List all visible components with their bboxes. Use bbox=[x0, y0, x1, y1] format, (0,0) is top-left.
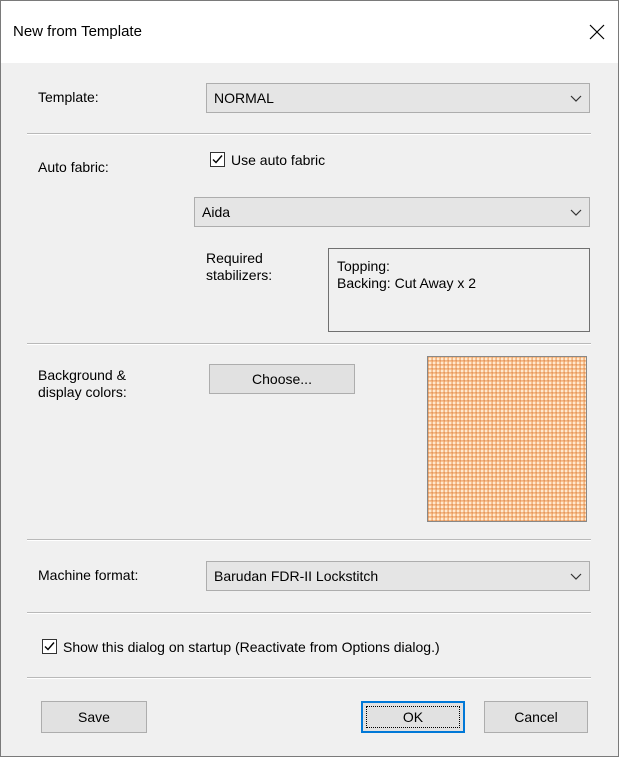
fabric-value: Aida bbox=[202, 204, 231, 220]
machine-format-label: Machine format: bbox=[38, 567, 139, 583]
cancel-button[interactable]: Cancel bbox=[484, 701, 588, 733]
close-button[interactable] bbox=[580, 15, 614, 49]
template-label: Template: bbox=[38, 89, 99, 105]
separator bbox=[27, 612, 591, 614]
new-from-template-dialog: New from Template Template: NORMAL Auto … bbox=[0, 0, 619, 757]
save-button[interactable]: Save bbox=[41, 701, 147, 733]
use-auto-fabric-checkbox[interactable] bbox=[210, 152, 225, 167]
ok-button[interactable]: OK bbox=[361, 701, 465, 733]
backing-text: Backing: Cut Away x 2 bbox=[337, 275, 477, 291]
separator bbox=[27, 343, 591, 345]
chevron-down-icon bbox=[570, 95, 582, 102]
template-value: NORMAL bbox=[214, 90, 274, 106]
separator bbox=[27, 677, 591, 679]
checkmark-icon bbox=[44, 642, 55, 651]
separator bbox=[27, 133, 591, 135]
machine-format-value: Barudan FDR-II Lockstitch bbox=[214, 568, 379, 584]
separator bbox=[27, 539, 591, 541]
background-label-line2: display colors: bbox=[38, 384, 127, 400]
required-stabilizers-label-line1: Required bbox=[206, 250, 263, 266]
title-bar: New from Template bbox=[1, 1, 618, 63]
template-dropdown[interactable]: NORMAL bbox=[206, 83, 590, 113]
show-on-startup-checkbox[interactable] bbox=[42, 639, 57, 654]
choose-colors-button[interactable]: Choose... bbox=[209, 364, 355, 394]
required-stabilizers-label-line2: stabilizers: bbox=[206, 267, 273, 283]
topping-text: Topping: bbox=[337, 258, 390, 274]
stabilizers-box: Topping: Backing: Cut Away x 2 bbox=[328, 248, 590, 332]
fabric-dropdown[interactable]: Aida bbox=[194, 197, 590, 227]
show-on-startup-label[interactable]: Show this dialog on startup (Reactivate … bbox=[63, 639, 440, 656]
dialog-title: New from Template bbox=[13, 23, 142, 40]
chevron-down-icon bbox=[570, 573, 582, 580]
background-label-line1: Background & bbox=[38, 367, 126, 383]
use-auto-fabric-label[interactable]: Use auto fabric bbox=[231, 152, 325, 169]
auto-fabric-label: Auto fabric: bbox=[38, 159, 109, 175]
chevron-down-icon bbox=[570, 209, 582, 216]
close-icon bbox=[589, 24, 605, 40]
checkmark-icon bbox=[212, 155, 223, 164]
focus-rectangle bbox=[366, 706, 460, 728]
fabric-preview-swatch bbox=[427, 356, 587, 522]
machine-format-dropdown[interactable]: Barudan FDR-II Lockstitch bbox=[206, 561, 590, 591]
